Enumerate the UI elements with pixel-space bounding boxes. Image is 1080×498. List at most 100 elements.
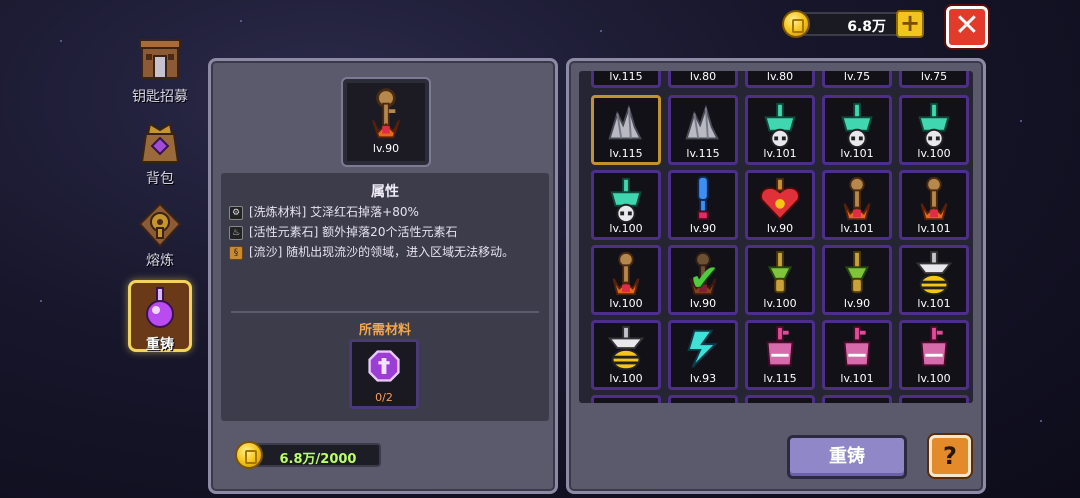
inventory-slot-partial[interactable] [745,395,815,403]
item-level: lv.90 [689,222,717,235]
reforge-cost: 6.8万/2000 [235,441,381,469]
inventory-slot-partial[interactable]: lv.75 [899,71,969,88]
item-level: lv.80 [689,71,717,83]
bronze-key-icon [843,176,871,221]
inventory-slot-partial[interactable]: lv.80 [668,71,738,88]
crystal-icon [685,104,719,140]
inventory-slot-partial[interactable] [668,395,738,403]
star-decor [1020,120,1022,122]
inventory-slot[interactable]: lv.101 [745,95,815,165]
item-level: lv.101 [840,222,874,235]
teal-skull-icon [841,102,873,148]
item-level: lv.90 [689,297,717,310]
item-level: lv.90 [843,297,871,310]
star-decor [1040,420,1042,422]
inventory-slot[interactable]: lv.115 [745,320,815,390]
detail-panel: lv.90 属性 ⚙ [洗炼材料] 艾泽红石掉落+80% ♨ [活性元素石] 额外掉… [208,58,558,494]
tower-icon [139,39,181,79]
item-level: lv.100 [917,372,951,385]
inventory-slot-partial[interactable]: lv.115 [591,71,661,88]
item-level: lv.100 [609,222,643,235]
crystal-icon [608,104,642,140]
materials-title: 所需材料 [358,323,411,338]
inventory-slot[interactable]: lv.100 [899,320,969,390]
nav-item-backpack[interactable]: 背包 [118,116,202,192]
purple-gem-icon [368,350,400,382]
nav-item-smelt[interactable]: 熔炼 [118,198,202,274]
inventory-slot[interactable]: lv.101 [822,170,892,240]
item-level: lv.101 [917,297,951,310]
item-level: lv.100 [609,372,643,385]
sand-icon: § [229,245,243,260]
item-level: lv.101 [763,147,797,160]
star-decor [240,20,242,22]
heart-icon [760,177,800,221]
attribute-text: [洗炼材料] 艾泽红石掉落+80% [249,205,419,219]
attribute-text: [活性元素石] 额外掉落20个活性元素石 [249,225,458,239]
item-level: lv.75 [920,71,948,83]
nav-label: 背包 [146,171,174,187]
inventory-grid[interactable]: lv.115 lv.80 lv.80 lv.75 lv.75 lv.115 lv.115 lv… [579,71,973,403]
inventory-slot[interactable]: lv.101 [822,95,892,165]
checkmark-icon: ✔ [689,258,720,299]
inventory-slot[interactable]: lv.100 [591,320,661,390]
coin-amount: 6.8万 [847,19,886,35]
inventory-slot[interactable]: lv.100 [745,245,815,315]
teal-skull-icon [610,177,642,223]
nav-item-reforge[interactable]: 重铸 [118,280,202,358]
inventory-slot[interactable]: lv.101 [899,170,969,240]
bronze-key-icon [612,251,640,296]
item-level: lv.101 [840,147,874,160]
star-decor [40,300,42,302]
inventory-slot[interactable]: lv.115 [668,95,738,165]
inventory-slot[interactable]: lv.101 [822,320,892,390]
inventory-slot[interactable]: ✔ lv.90 [668,245,738,315]
item-level: lv.100 [763,297,797,310]
inventory-slot[interactable]: lv.93 [668,320,738,390]
attribute-row: ⚙ [洗炼材料] 艾泽红石掉落+80% [229,203,419,220]
inventory-slot-partial[interactable] [591,395,661,403]
pink-key-icon [920,325,948,367]
item-level: lv.101 [840,372,874,385]
coin-balance: 6.8万 + [782,8,924,40]
pink-key-icon [843,325,871,367]
inventory-panel: lv.115 lv.80 lv.80 lv.75 lv.75 lv.115 lv.115 lv… [566,58,986,494]
inventory-slot[interactable]: lv.90 [822,245,892,315]
attribute-row: ♨ [活性元素石] 额外掉落20个活性元素石 [229,223,457,240]
nav-item-key-recruit[interactable]: 钥匙招募 [118,34,202,110]
inventory-slot[interactable]: lv.101 [899,245,969,315]
reforge-button[interactable]: 重铸 [787,435,907,479]
green-key-icon [844,250,870,294]
inventory-slot-partial[interactable] [822,395,892,403]
selected-item-slot: lv.90 [343,79,429,165]
nav-label: 钥匙招募 [132,89,188,105]
inventory-slot[interactable]: lv.100 [591,245,661,315]
cyan-bolt-icon [687,329,718,368]
item-level: lv.115 [609,147,643,160]
inventory-slot-partial[interactable]: lv.80 [745,71,815,88]
inventory-slot[interactable]: lv.115 [591,95,661,165]
inventory-slot[interactable]: lv.90 [668,170,738,240]
forge-icon [138,202,182,248]
material-slot[interactable]: 0/2 [349,339,419,409]
inventory-slot[interactable]: lv.100 [899,95,969,165]
teal-skull-icon [764,102,796,148]
item-level: lv.115 [763,372,797,385]
item-level: lv.100 [917,147,951,160]
item-level: lv.115 [686,147,720,160]
bee-icon [607,325,645,371]
inventory-slot-partial[interactable] [899,395,969,403]
help-button[interactable]: ? [929,435,971,477]
inventory-slot[interactable]: lv.90 [745,170,815,240]
inventory-slot-partial[interactable]: lv.75 [822,71,892,88]
add-coins-button[interactable]: + [896,10,924,38]
item-level: lv.101 [917,222,951,235]
star-decor [600,30,602,32]
material-count: 0/2 [375,391,393,404]
close-button[interactable]: ✕ [946,6,988,48]
item-level: lv.93 [689,372,717,385]
inventory-slot[interactable]: lv.100 [591,170,661,240]
item-level: lv.75 [843,71,871,83]
nav-label: 重铸 [146,337,174,353]
item-level: lv.115 [609,71,643,83]
